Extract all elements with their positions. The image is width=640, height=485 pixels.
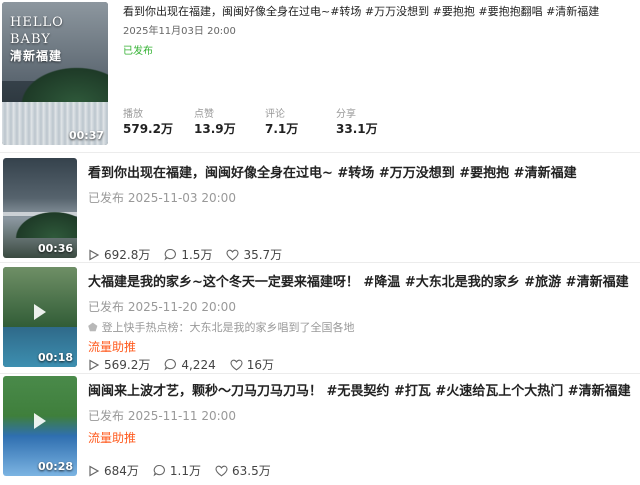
play-icon — [89, 358, 100, 371]
video-row[interactable]: 00:36 看到你出现在福建，闽闽好像全身在过电~ #转场 #万万没想到 #要抱… — [0, 156, 640, 262]
video-thumbnail[interactable]: 00:18 — [3, 267, 77, 367]
comment-icon — [164, 248, 177, 261]
metrics: 692.8万 1.5万 35.7万 — [88, 246, 296, 263]
video-title[interactable]: 看到你出现在福建，闽闽好像全身在过电~#转场 #万万没想到 #要抱抱 #要抱抱翻… — [123, 3, 633, 19]
comments-count: 4,224 — [181, 357, 216, 372]
stat-plays: 播放 579.2万 — [123, 108, 194, 138]
stat-label: 评论 — [265, 109, 285, 120]
stat-value: 33.1万 — [336, 122, 378, 136]
play-icon — [89, 248, 100, 261]
stat-label: 播放 — [123, 109, 143, 120]
comment-icon — [153, 464, 165, 477]
thumbnail-caption: HELLO BABY 清新福建 — [10, 14, 108, 65]
heart-icon — [226, 249, 240, 260]
heart-icon — [230, 359, 243, 370]
video-duration: 00:37 — [68, 129, 104, 142]
likes-metric: 16万 — [230, 356, 274, 373]
stat-value: 13.9万 — [194, 122, 236, 136]
traffic-boost-link[interactable]: 流量助推 — [88, 429, 136, 446]
views-count: 569.2万 — [104, 358, 151, 372]
thumbnail-caption-line2: 清新福建 — [10, 49, 63, 63]
thumbnail-caption-line1: HELLO BABY — [10, 15, 64, 47]
comments-count: 1.1万 — [169, 464, 201, 478]
comments-metric: 1.1万 — [153, 462, 201, 479]
video-title[interactable]: 大福建是我的家乡~这个冬天一定要来福建呀！ #降温 #大东北是我的家乡 #旅游 … — [88, 271, 640, 290]
stat-value: 579.2万 — [123, 122, 173, 136]
likes-count: 63.5万 — [232, 464, 271, 478]
likes-count: 35.7万 — [243, 248, 283, 262]
video-thumbnail[interactable]: 00:28 — [3, 376, 77, 476]
views-metric: 684万 — [88, 462, 139, 479]
publish-time: 2025年11月03日 20:00 — [123, 26, 236, 37]
video-duration: 00:28 — [37, 460, 73, 473]
views-count: 684万 — [104, 464, 139, 478]
views-count: 692.8万 — [104, 248, 151, 262]
metrics: 569.2万 4,224 16万 — [88, 356, 288, 373]
video-row[interactable]: 00:28 闽闽来上波才艺，颗秒～刀马刀马刀马！ #无畏契约 #打瓦 #火速给瓦… — [0, 374, 640, 484]
publish-time: 已发布 2025-11-20 20:00 — [88, 300, 236, 314]
publish-time: 已发布 2025-11-11 20:00 — [88, 409, 236, 423]
stat-comments: 评论 7.1万 — [265, 108, 336, 138]
video-thumbnail[interactable]: 00:36 — [3, 158, 77, 258]
likes-count: 16万 — [246, 358, 274, 372]
trend-badge-icon: ⬟ — [88, 321, 98, 334]
likes-metric: 63.5万 — [215, 462, 271, 479]
stat-label: 点赞 — [194, 109, 214, 120]
stat-label: 分享 — [336, 109, 356, 120]
video-title[interactable]: 看到你出现在福建，闽闽好像全身在过电~ #转场 #万万没想到 #要抱抱 #清新福… — [88, 162, 640, 181]
divider — [0, 262, 640, 263]
metrics: 684万 1.1万 63.5万 — [88, 462, 285, 479]
thumbnail-hill — [12, 62, 108, 105]
views-metric: 692.8万 — [88, 246, 150, 263]
comments-metric: 4,224 — [164, 357, 216, 372]
play-icon — [89, 464, 100, 477]
trending-notice[interactable]: ⬟ 登上快手热点榜：大东北是我的家乡唱到了全国各地 — [88, 319, 355, 335]
divider — [0, 152, 640, 153]
comment-icon — [164, 358, 177, 371]
video-row[interactable]: 00:18 大福建是我的家乡~这个冬天一定要来福建呀！ #降温 #大东北是我的家… — [0, 265, 640, 373]
views-metric: 569.2万 — [88, 356, 150, 373]
publish-time: 已发布 2025-11-03 20:00 — [88, 191, 236, 205]
video-detail-card: HELLO BABY 清新福建 00:37 看到你出现在福建，闽闽好像全身在过电… — [0, 0, 640, 150]
status-badge: 已发布 — [123, 46, 153, 57]
traffic-boost-link[interactable]: 流量助推 — [88, 338, 136, 355]
stat-value: 7.1万 — [265, 122, 299, 136]
play-icon[interactable] — [34, 413, 46, 429]
video-thumbnail[interactable]: HELLO BABY 清新福建 00:37 — [2, 2, 108, 145]
comments-metric: 1.5万 — [164, 246, 212, 263]
video-duration: 00:36 — [37, 242, 73, 255]
play-icon[interactable] — [34, 304, 46, 320]
stats-bar: 播放 579.2万 点赞 13.9万 评论 7.1万 分享 33.1万 — [123, 108, 407, 138]
stat-likes: 点赞 13.9万 — [194, 108, 265, 138]
thumbnail-hill — [10, 208, 77, 238]
heart-icon — [215, 465, 228, 476]
comments-count: 1.5万 — [181, 248, 213, 262]
likes-metric: 35.7万 — [226, 246, 282, 263]
stat-shares: 分享 33.1万 — [336, 108, 407, 138]
trending-text: 登上快手热点榜：大东北是我的家乡唱到了全国各地 — [101, 321, 355, 334]
video-title[interactable]: 闽闽来上波才艺，颗秒～刀马刀马刀马！ #无畏契约 #打瓦 #火速给瓦上个大热门 … — [88, 380, 640, 399]
video-duration: 00:18 — [37, 351, 73, 364]
